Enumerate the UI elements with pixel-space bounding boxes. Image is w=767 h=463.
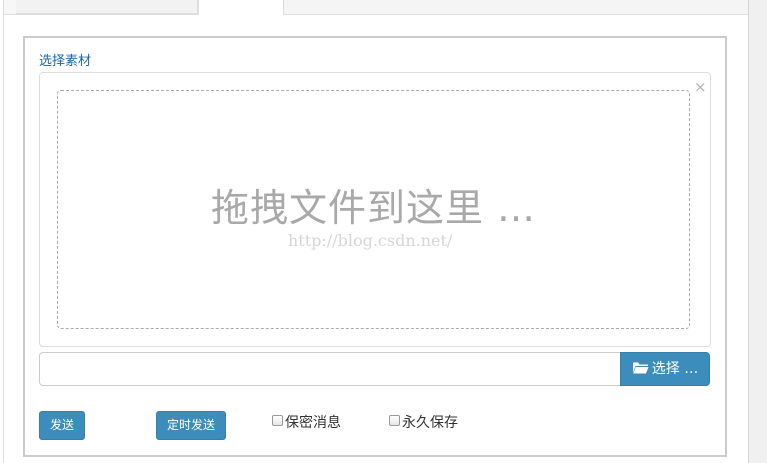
vertical-scrollbar[interactable]	[748, 0, 767, 463]
tab-1[interactable]	[16, 0, 198, 14]
send-button[interactable]: 发送	[39, 411, 85, 440]
permanent-save-checkbox[interactable]	[389, 415, 400, 426]
tab-bar	[4, 0, 748, 15]
permanent-save-option: 永久保存	[389, 414, 458, 432]
drop-zone-text: 拖拽文件到这里 …	[210, 186, 537, 230]
permanent-save-label: 永久保存	[402, 415, 458, 431]
schedule-send-button[interactable]: 定时发送	[156, 411, 226, 440]
confidential-checkbox[interactable]	[272, 415, 283, 426]
left-page-edge	[0, 0, 4, 463]
page: 选择素材 × 拖拽文件到这里 … http://blog.csdn.net/ 选…	[0, 0, 767, 463]
folder-open-icon	[632, 362, 649, 374]
watermark-text: http://blog.csdn.net/	[288, 231, 453, 250]
browse-button-label: 选择 …	[651, 361, 699, 377]
tab-bar-filler	[284, 0, 748, 14]
confidential-label: 保密消息	[285, 415, 341, 431]
tab-2-active[interactable]	[198, 0, 284, 15]
close-icon[interactable]: ×	[694, 80, 707, 95]
confidential-option: 保密消息	[272, 414, 341, 432]
section-label-select-material: 选择素材	[39, 54, 92, 69]
file-name-field[interactable]	[39, 352, 622, 386]
browse-button[interactable]: 选择 …	[620, 352, 710, 386]
